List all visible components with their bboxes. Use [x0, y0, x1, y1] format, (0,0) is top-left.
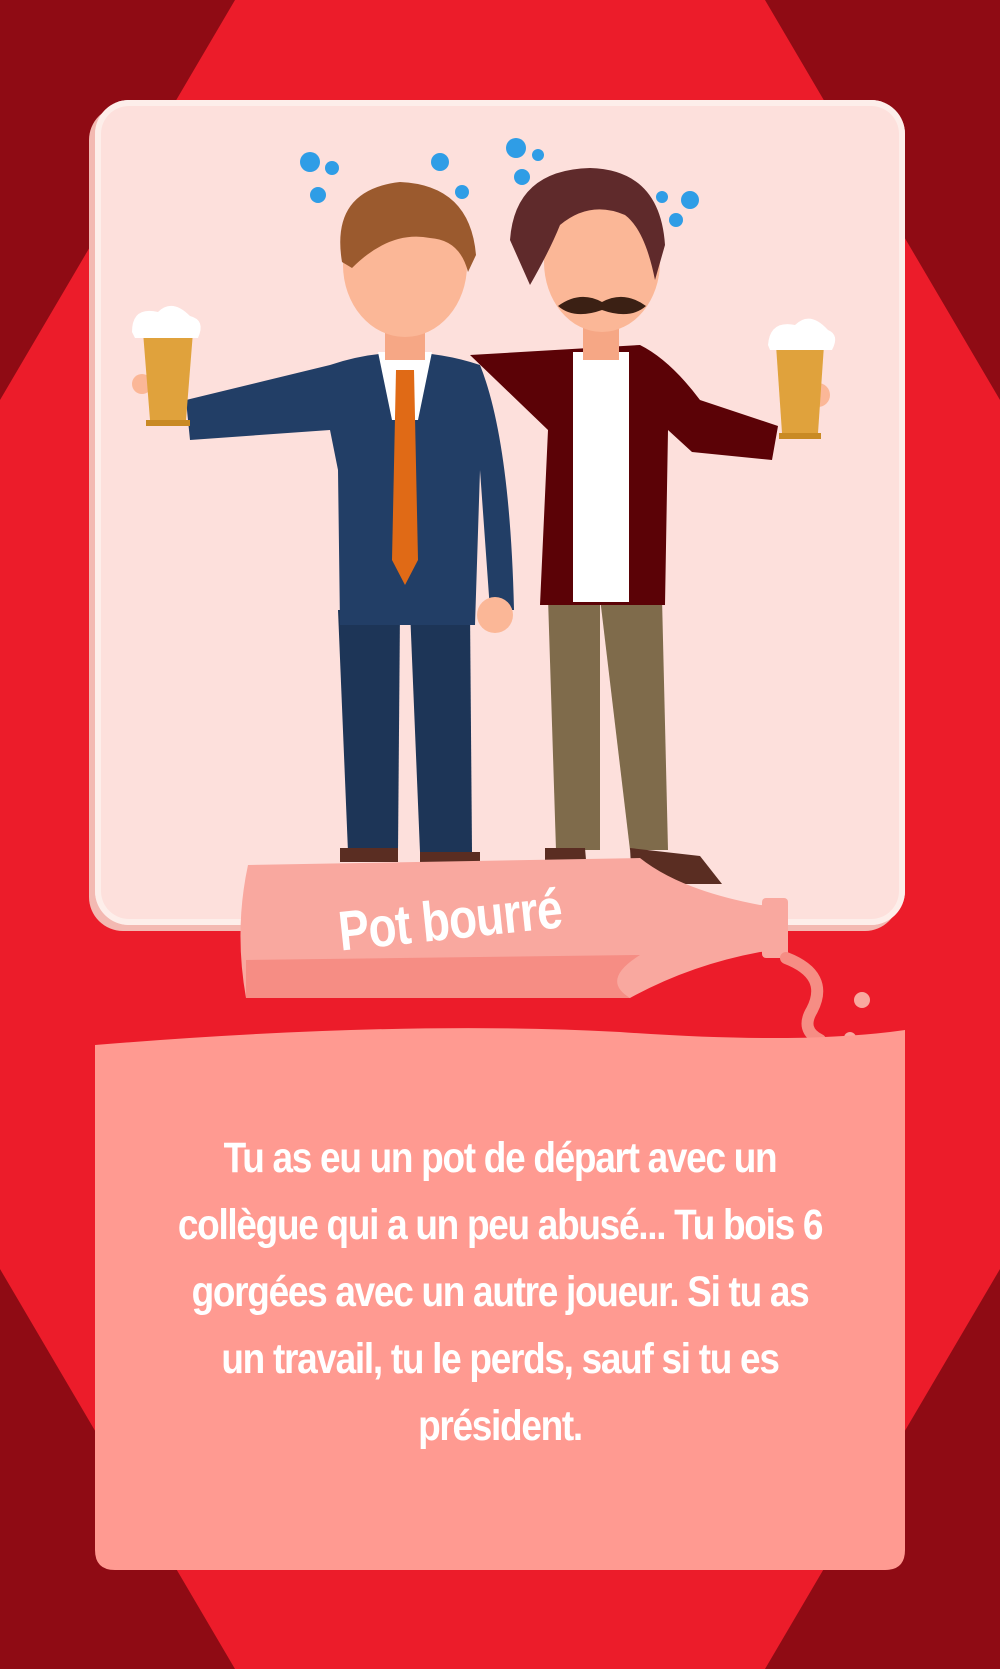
game-card: Pot bourré Tu as eu un pot de départ ave…	[0, 0, 1000, 1669]
card-description: Tu as eu un pot de départ avec un collèg…	[177, 1134, 824, 1450]
